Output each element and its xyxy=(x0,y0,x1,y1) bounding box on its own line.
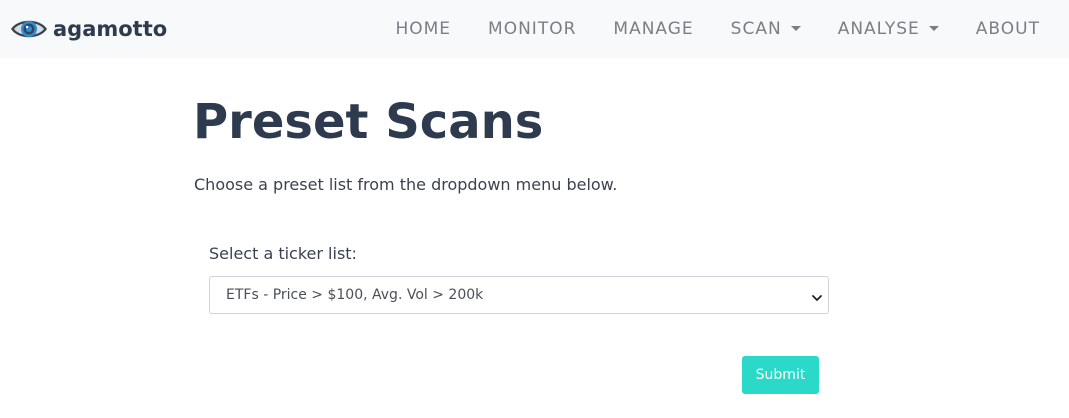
page-description: Choose a preset list from the dropdown m… xyxy=(194,175,618,194)
page-title: Preset Scans xyxy=(193,94,544,150)
nav-item-label: MANAGE xyxy=(613,19,694,39)
nav-item-label: HOME xyxy=(395,19,452,39)
nav-item-analyse[interactable]: ANALYSE xyxy=(838,19,939,39)
brand-name: agamotto xyxy=(53,17,168,41)
eye-icon xyxy=(10,16,48,42)
nav-item-label: ABOUT xyxy=(975,19,1040,39)
nav-item-label: SCAN xyxy=(730,19,782,39)
nav-item-label: ANALYSE xyxy=(837,19,920,39)
caret-down-icon xyxy=(928,25,939,31)
nav-item-monitor[interactable]: MONITOR xyxy=(488,19,576,39)
nav-item-manage[interactable]: MANAGE xyxy=(613,19,693,39)
nav-item-scan[interactable]: SCAN xyxy=(731,19,801,39)
ticker-list-select[interactable]: ETFs - Price > $100, Avg. Vol > 200k xyxy=(209,276,829,314)
brand-link[interactable]: agamotto xyxy=(10,14,167,44)
caret-down-icon xyxy=(790,25,801,31)
chevron-down-icon xyxy=(811,289,823,301)
submit-button[interactable]: Submit xyxy=(742,356,819,394)
nav-item-label: MONITOR xyxy=(488,19,577,39)
navbar: agamotto HOME MONITOR MANAGE SCAN ANALYS… xyxy=(0,0,1069,58)
nav-item-about[interactable]: ABOUT xyxy=(976,19,1040,39)
ticker-list-label: Select a ticker list: xyxy=(209,244,357,263)
main-nav: HOME MONITOR MANAGE SCAN ANALYSE ABOUT xyxy=(395,0,1069,58)
ticker-list-selected-value: ETFs - Price > $100, Avg. Vol > 200k xyxy=(226,287,484,303)
nav-item-home[interactable]: HOME xyxy=(395,19,451,39)
